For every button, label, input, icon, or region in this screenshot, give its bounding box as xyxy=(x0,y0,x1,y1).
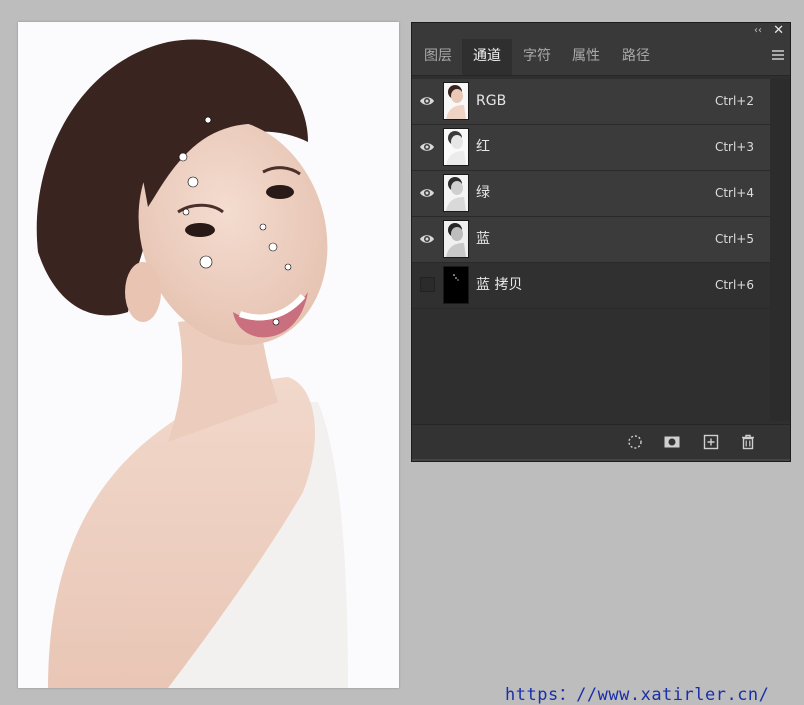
channel-row-green[interactable]: 绿 Ctrl+4 xyxy=(412,171,770,217)
panel-titlebar[interactable]: ‹‹ ✕ xyxy=(412,23,790,39)
channel-shortcut: Ctrl+3 xyxy=(714,140,754,154)
channel-name: RGB xyxy=(476,93,507,109)
channel-list: RGB Ctrl+2 红 Ctrl+3 绿 Ctrl+4 蓝 Ctrl+5 蓝 … xyxy=(412,79,770,309)
eye-icon[interactable] xyxy=(419,231,435,247)
channel-shortcut: Ctrl+2 xyxy=(714,94,754,108)
channel-name: 红 xyxy=(476,139,490,155)
visibility-toggle[interactable] xyxy=(420,277,435,292)
channel-row-rgb[interactable]: RGB Ctrl+2 xyxy=(412,79,770,125)
tab-channels[interactable]: 通道 xyxy=(462,39,512,75)
tab-character[interactable]: 字符 xyxy=(513,39,561,75)
watermark-url: https：//www.xatirler.cn/ xyxy=(505,685,770,705)
tab-properties[interactable]: 属性 xyxy=(562,39,610,75)
tab-layers[interactable]: 图层 xyxy=(416,39,460,75)
hamburger-menu-icon[interactable] xyxy=(772,50,784,62)
panel-scrollbar[interactable] xyxy=(770,79,790,421)
delete-channel-icon[interactable] xyxy=(739,433,757,451)
channel-thumbnail xyxy=(443,220,469,258)
document-canvas[interactable] xyxy=(18,22,399,688)
channel-thumbnail xyxy=(443,82,469,120)
channel-thumbnail xyxy=(443,174,469,212)
new-channel-icon[interactable] xyxy=(702,433,720,451)
double-chevron-left-icon[interactable]: ‹‹ xyxy=(754,24,762,38)
channel-thumbnail xyxy=(443,128,469,166)
channel-row-blue-copy[interactable]: 蓝 拷贝 Ctrl+6 xyxy=(412,263,770,309)
panel-resize-grip[interactable] xyxy=(412,459,790,461)
tab-paths[interactable]: 路径 xyxy=(612,39,660,75)
eye-icon[interactable] xyxy=(419,185,435,201)
eye-icon[interactable] xyxy=(419,93,435,109)
channel-row-red[interactable]: 红 Ctrl+3 xyxy=(412,125,770,171)
save-selection-mask-icon[interactable] xyxy=(663,433,681,451)
channel-shortcut: Ctrl+5 xyxy=(714,232,754,246)
channel-shortcut: Ctrl+4 xyxy=(714,186,754,200)
channel-thumbnail xyxy=(443,266,469,304)
eye-icon[interactable] xyxy=(419,139,435,155)
close-icon[interactable]: ✕ xyxy=(773,23,784,39)
channel-name: 绿 xyxy=(476,185,490,201)
panel-bottombar xyxy=(412,424,790,459)
channel-name: 蓝 拷贝 xyxy=(476,277,523,293)
channel-row-blue[interactable]: 蓝 Ctrl+5 xyxy=(412,217,770,263)
panel-tabbar: 图层 通道 字符 属性 路径 xyxy=(412,39,790,76)
channel-name: 蓝 xyxy=(476,231,490,247)
channel-shortcut: Ctrl+6 xyxy=(714,278,754,292)
channels-panel: ‹‹ ✕ 图层 通道 字符 属性 路径 RGB Ctrl+2 红 Ctrl+3 xyxy=(411,22,791,462)
load-selection-icon[interactable] xyxy=(626,433,644,451)
portrait-photo xyxy=(18,22,399,688)
